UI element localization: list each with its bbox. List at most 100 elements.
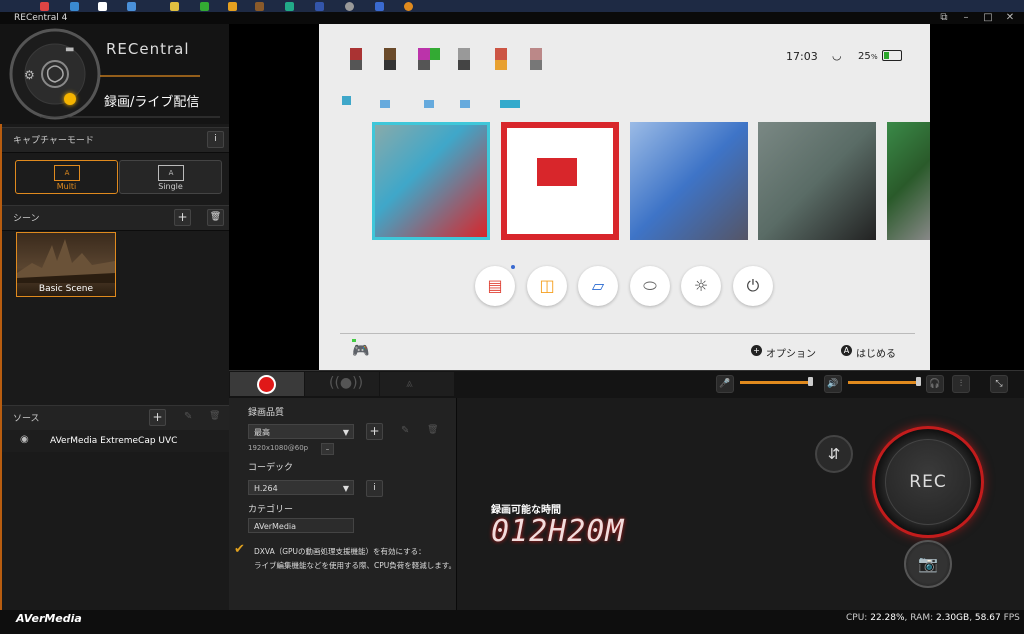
- category-label: カテゴリー: [248, 505, 294, 515]
- delete-preset-icon[interactable]: 🗑: [427, 425, 438, 435]
- controller-icon[interactable]: ⬭: [630, 266, 670, 306]
- app-icon[interactable]: [315, 2, 324, 11]
- divider: [340, 333, 915, 334]
- scenes-header: シーン + 🗑: [2, 205, 229, 231]
- app-icon[interactable]: [345, 2, 354, 11]
- close-button[interactable]: ✕: [1000, 12, 1020, 24]
- quality-value: 最高: [254, 428, 270, 437]
- category-field[interactable]: AVerMedia: [248, 518, 354, 533]
- info-button[interactable]: i: [207, 131, 224, 148]
- swap-layout-button[interactable]: ⇵: [815, 435, 853, 473]
- dxva-label: DXVA（GPUの動画処理支援機能）を有効にする：: [254, 547, 426, 556]
- game-tile[interactable]: [887, 122, 930, 240]
- single-mode-icon: A: [158, 165, 184, 181]
- window-title: RECentral 4: [14, 13, 68, 23]
- fps-value: 58.67: [974, 613, 1001, 623]
- speaker-icon[interactable]: 🔊: [824, 375, 842, 393]
- chevron-down-icon: ▼: [342, 484, 349, 493]
- quality-label: 録画品質: [248, 408, 285, 418]
- dxva-checkbox[interactable]: ✔: [234, 542, 245, 557]
- capture-mode-label: キャプチャーモード: [13, 136, 94, 146]
- fullscreen-icon[interactable]: ⤡: [990, 375, 1008, 393]
- quality-dropdown[interactable]: 最高 ▼: [248, 424, 354, 439]
- edit-preset-icon[interactable]: ✎: [401, 425, 409, 436]
- settings-icon[interactable]: ☼: [681, 266, 721, 306]
- app-icon[interactable]: [40, 2, 49, 11]
- headphones-icon[interactable]: 🎧: [926, 375, 944, 393]
- visibility-eye-icon[interactable]: ◉: [20, 434, 29, 445]
- dxva-note: ライブ編集機能などを使用する際、CPU負荷を軽減します。: [254, 561, 456, 570]
- edit-source-icon[interactable]: ✎: [184, 411, 192, 422]
- wifi-icon: ◡: [832, 49, 842, 62]
- plus-button-icon: +: [751, 345, 762, 356]
- add-preset-button[interactable]: +: [366, 423, 383, 440]
- restore-button[interactable]: ⧉: [934, 12, 954, 24]
- folder-icon[interactable]: ▬: [65, 44, 74, 55]
- game-tile[interactable]: [372, 122, 490, 240]
- add-scene-button[interactable]: +: [174, 209, 191, 226]
- codec-value: H.264: [254, 484, 278, 493]
- shop-icon[interactable]: ◫: [527, 266, 567, 306]
- battery-unit: %: [871, 53, 878, 61]
- mic-slider-handle[interactable]: [808, 377, 813, 386]
- power-icon[interactable]: ⏻: [733, 266, 773, 306]
- cpu-value: 22.28%: [870, 613, 905, 623]
- performance-stats: CPU: 22.28%, RAM: 2.30GB, 58.67 FPS: [846, 613, 1020, 623]
- recordable-time-value: 012H20M: [491, 514, 625, 549]
- mode-title: 録画/ライブ配信: [104, 95, 200, 110]
- app-icon[interactable]: [255, 2, 264, 11]
- app-icon[interactable]: [375, 2, 384, 11]
- recentral-taskbar-icon[interactable]: [404, 2, 413, 11]
- app-icon[interactable]: [127, 2, 136, 11]
- tab-record-stream[interactable]: ⩓: [380, 372, 454, 396]
- resolution-text: 1920x1080@60p: [248, 444, 309, 452]
- tab-record[interactable]: [230, 372, 304, 396]
- codec-dropdown[interactable]: H.264 ▼: [248, 480, 354, 495]
- delete-source-icon[interactable]: 🗑: [209, 411, 220, 421]
- collapse-button[interactable]: –: [321, 443, 334, 455]
- app-icon[interactable]: [228, 2, 237, 11]
- codec-info-button[interactable]: i: [366, 480, 383, 497]
- tab-live-stream[interactable]: ((●)): [305, 372, 379, 396]
- add-source-button[interactable]: +: [149, 409, 166, 426]
- category-value: AVerMedia: [254, 522, 297, 531]
- app-icon[interactable]: [98, 2, 107, 11]
- audio-mixer-icon[interactable]: ⫶: [952, 375, 970, 393]
- maximize-button[interactable]: □: [978, 12, 998, 24]
- microphone-icon[interactable]: 🎤: [716, 375, 734, 393]
- mode-indicator-dot: [64, 93, 76, 105]
- app-icon[interactable]: [285, 2, 294, 11]
- gear-icon[interactable]: ⚙: [24, 68, 35, 82]
- news-icon[interactable]: ▤: [475, 266, 515, 306]
- user-avatars-pixelated: [350, 48, 542, 70]
- cpu-label: CPU:: [846, 613, 868, 623]
- app-icon[interactable]: [170, 2, 179, 11]
- minimize-button[interactable]: –: [956, 12, 976, 24]
- game-tile[interactable]: [758, 122, 876, 240]
- camera-snapshot-icon[interactable]: 📷: [904, 540, 952, 588]
- sources-header: ソース + ✎ 🗑: [2, 405, 229, 431]
- delete-scene-button[interactable]: 🗑: [207, 209, 224, 226]
- mode-single-label: Single: [158, 182, 183, 191]
- app-icon[interactable]: [70, 2, 79, 11]
- game-tile[interactable]: [630, 122, 748, 240]
- game-title-pixelated: [380, 100, 520, 108]
- menu-marker-icon: [342, 96, 351, 105]
- ram-value: 2.30GB: [936, 613, 970, 623]
- scene-label: Basic Scene: [38, 284, 94, 294]
- scene-preview-image: [17, 239, 115, 283]
- app-icon[interactable]: [200, 2, 209, 11]
- speaker-volume-slider[interactable]: [848, 381, 918, 384]
- broadcast-icon: ((●)): [329, 375, 364, 391]
- mic-volume-slider[interactable]: [740, 381, 810, 384]
- gamepad-icon: 🎮: [352, 343, 370, 359]
- album-icon[interactable]: ▱: [578, 266, 618, 306]
- mode-multi-button[interactable]: A Multi: [15, 160, 118, 194]
- codec-label: コーデック: [248, 463, 294, 473]
- windows-taskbar: [0, 0, 1024, 12]
- source-item[interactable]: ◉ AVerMedia ExtremeCap UVC: [2, 430, 229, 452]
- multi-mode-icon: A: [54, 165, 80, 181]
- speaker-slider-handle[interactable]: [916, 377, 921, 386]
- game-tile[interactable]: [501, 122, 619, 240]
- mode-single-button[interactable]: A Single: [119, 160, 222, 194]
